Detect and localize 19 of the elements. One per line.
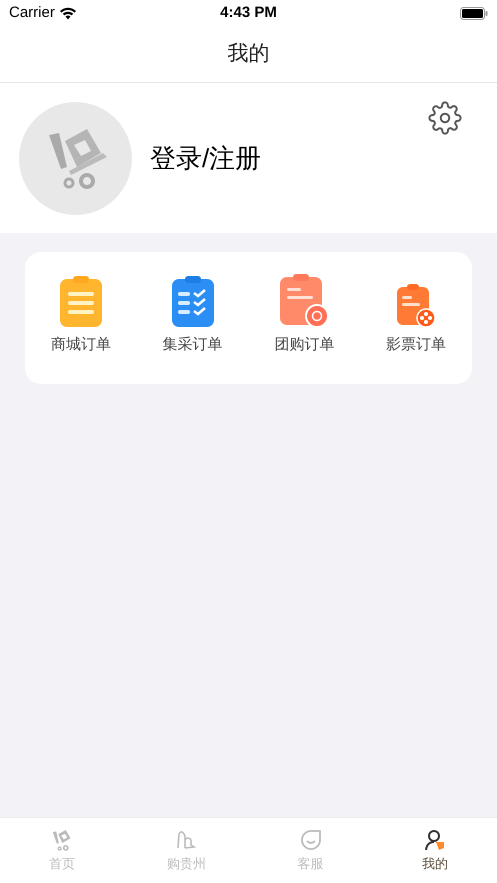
status-time: 4:43 PM	[220, 2, 277, 23]
settings-icon[interactable]	[428, 101, 462, 135]
mountain-icon	[174, 828, 198, 852]
clipboard-check-icon	[170, 276, 215, 328]
carrier-label: Carrier	[9, 2, 55, 23]
order-category-link[interactable]: 团购订单	[274, 334, 334, 356]
user-icon	[422, 828, 447, 852]
order-category-link[interactable]: 集采订单	[162, 334, 223, 356]
clipboard-group-icon	[279, 274, 330, 328]
tab-bar-item[interactable]: 我的	[372, 828, 497, 874]
clipboard-list-icon	[58, 276, 103, 328]
clipboard-film-icon	[396, 284, 436, 328]
wifi-icon	[58, 6, 77, 20]
login-register-link[interactable]: 登录/注册	[150, 138, 262, 178]
order-category-link[interactable]: 影票订单	[386, 334, 446, 356]
smile-icon	[298, 828, 323, 852]
battery-icon	[460, 6, 488, 20]
order-category-link[interactable]: 商城订单	[50, 334, 111, 356]
page-title: 我的	[228, 41, 270, 68]
